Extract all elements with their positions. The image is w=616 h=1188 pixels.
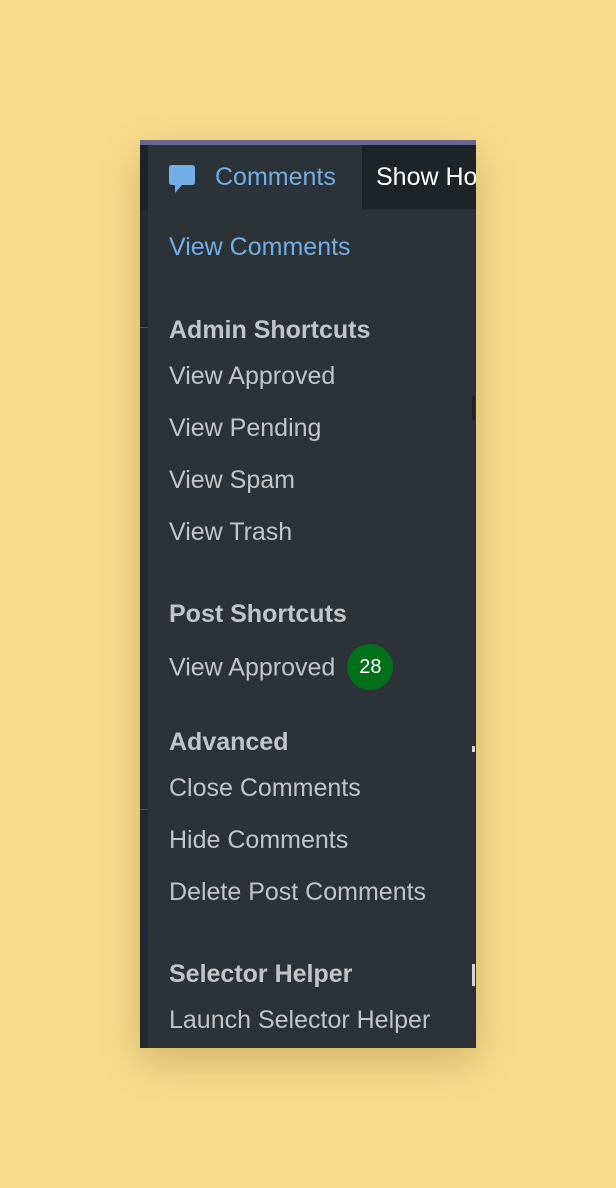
admin-menu-popup: Comments Show Ho View Comments Admin Sho…: [140, 140, 476, 1048]
admin-view-pending-link[interactable]: View Pending: [169, 414, 321, 443]
admin-shortcuts-heading: Admin Shortcuts: [169, 316, 371, 344]
selector-helper-heading: Selector Helper: [169, 960, 353, 988]
adminbar-comments-item[interactable]: Comments: [148, 145, 362, 209]
adminbar-show-item[interactable]: Show Ho: [376, 163, 476, 192]
advanced-heading: Advanced: [169, 728, 289, 756]
admin-view-trash-link[interactable]: View Trash: [169, 518, 292, 547]
background-edge-mark: [472, 396, 475, 420]
post-view-approved-link[interactable]: View Approved 28: [169, 644, 394, 692]
background-edge-mark: [472, 746, 475, 752]
background-edge-mark: [472, 964, 475, 986]
admin-view-approved-link[interactable]: View Approved: [169, 362, 335, 391]
background-edge-mark: [144, 926, 146, 946]
comments-dropdown-menu: View Comments Admin Shortcuts View Appro…: [148, 209, 476, 1048]
approved-count-badge: 28: [347, 644, 394, 690]
admin-bar: Comments Show Ho: [140, 145, 476, 209]
background-divider: [140, 809, 148, 810]
adminbar-comments-label: Comments: [215, 163, 336, 191]
post-view-approved-label: View Approved: [169, 653, 336, 682]
close-comments-link[interactable]: Close Comments: [169, 774, 361, 803]
speech-bubble-icon: [169, 165, 195, 193]
admin-view-spam-link[interactable]: View Spam: [169, 466, 295, 495]
delete-post-comments-link[interactable]: Delete Post Comments: [169, 878, 426, 907]
post-shortcuts-heading: Post Shortcuts: [169, 600, 347, 628]
hide-comments-link[interactable]: Hide Comments: [169, 826, 348, 855]
view-comments-link[interactable]: View Comments: [169, 233, 351, 262]
background-divider: [140, 327, 148, 328]
launch-selector-helper-link[interactable]: Launch Selector Helper: [169, 1006, 430, 1035]
